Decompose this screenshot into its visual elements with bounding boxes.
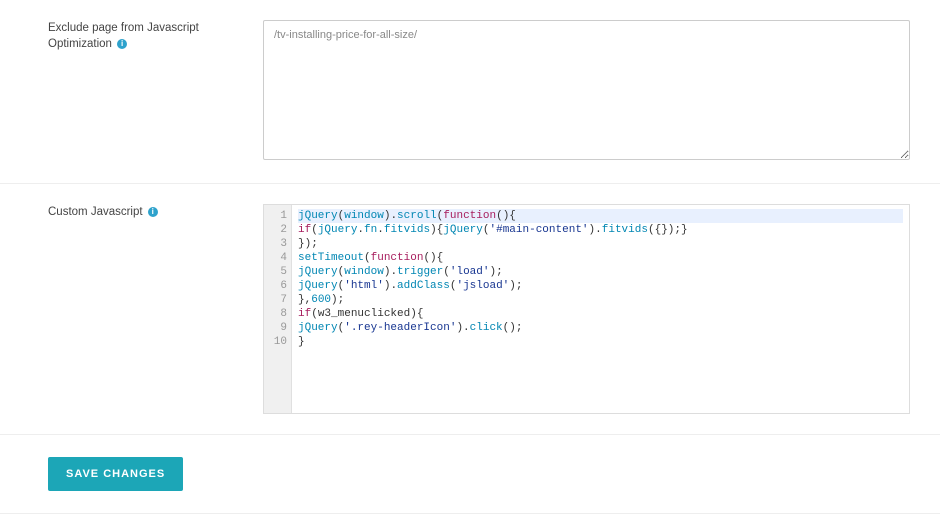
- customjs-label-text: Custom Javascript: [48, 206, 143, 218]
- gutter-line: 1: [264, 209, 287, 223]
- exclude-label: Exclude page from Javascript Optimizatio…: [48, 20, 263, 163]
- code-line[interactable]: jQuery('html').addClass('jsload');: [298, 279, 903, 293]
- code-lines[interactable]: jQuery(window).scroll(function(){if(jQue…: [292, 205, 909, 413]
- code-line[interactable]: });: [298, 237, 903, 251]
- actions-bar: SAVE CHANGES: [0, 435, 940, 514]
- gutter-line: 4: [264, 251, 287, 265]
- info-icon[interactable]: i: [148, 207, 158, 217]
- gutter-line: 5: [264, 265, 287, 279]
- code-line[interactable]: jQuery(window).scroll(function(){: [298, 209, 903, 223]
- code-line[interactable]: setTimeout(function(){: [298, 251, 903, 265]
- info-icon[interactable]: i: [117, 39, 127, 49]
- save-button[interactable]: SAVE CHANGES: [48, 457, 183, 491]
- customjs-field: 12345678910 jQuery(window).scroll(functi…: [263, 204, 910, 414]
- gutter-line: 2: [264, 223, 287, 237]
- gutter-line: 10: [264, 335, 287, 349]
- code-gutter: 12345678910: [264, 205, 292, 413]
- code-editor[interactable]: 12345678910 jQuery(window).scroll(functi…: [263, 204, 910, 414]
- exclude-row: Exclude page from Javascript Optimizatio…: [0, 0, 940, 184]
- code-line[interactable]: },600);: [298, 293, 903, 307]
- gutter-line: 8: [264, 307, 287, 321]
- customjs-row: Custom Javascript i 12345678910 jQuery(w…: [0, 184, 940, 435]
- gutter-line: 6: [264, 279, 287, 293]
- code-line[interactable]: jQuery(window).trigger('load');: [298, 265, 903, 279]
- code-line[interactable]: if(w3_menuclicked){: [298, 307, 903, 321]
- gutter-line: 7: [264, 293, 287, 307]
- code-line[interactable]: if(jQuery.fn.fitvids){jQuery('#main-cont…: [298, 223, 903, 237]
- gutter-line: 3: [264, 237, 287, 251]
- gutter-line: 9: [264, 321, 287, 335]
- exclude-textarea[interactable]: [263, 20, 910, 160]
- customjs-label: Custom Javascript i: [48, 204, 263, 414]
- code-line[interactable]: jQuery('.rey-headerIcon').click();: [298, 321, 903, 335]
- exclude-field: [263, 20, 910, 163]
- code-line[interactable]: }: [298, 335, 903, 349]
